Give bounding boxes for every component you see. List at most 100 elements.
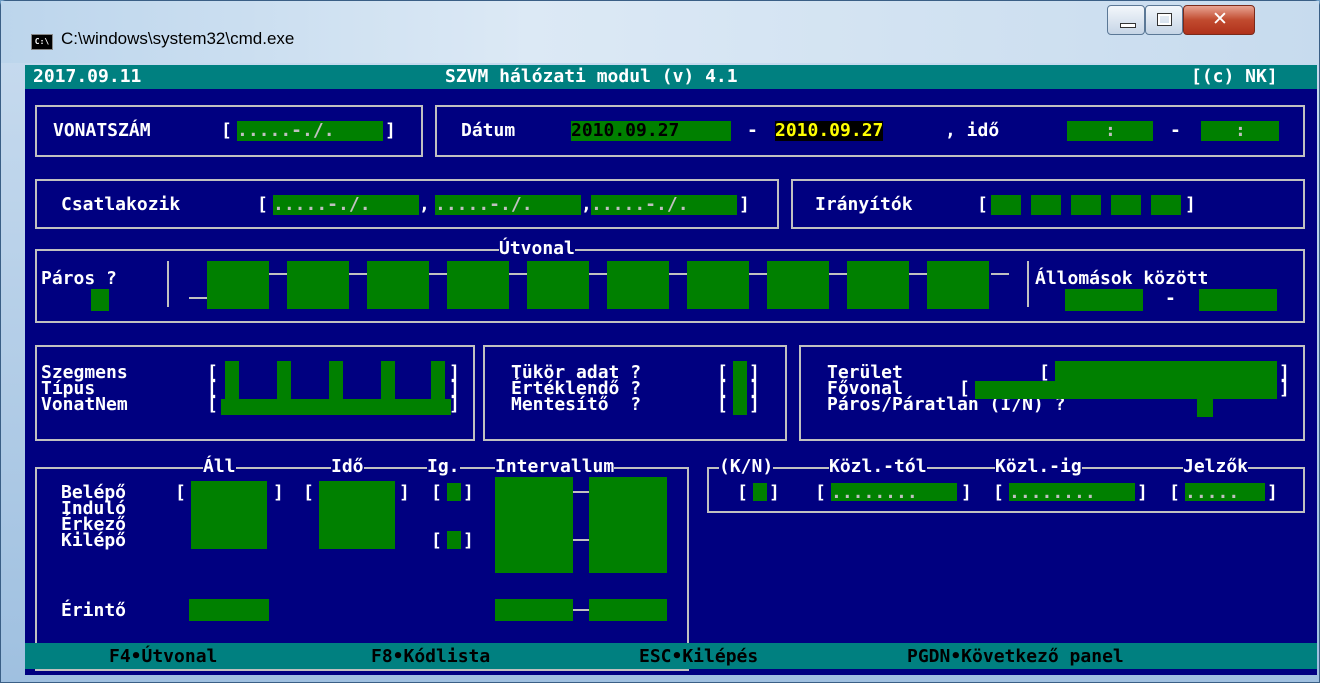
col-header-signals: Jelzők xyxy=(1183,456,1249,477)
signals-mask: ..... xyxy=(1185,482,1240,503)
announcement-from-mask: ........ xyxy=(831,482,918,503)
train-number-mask: .....-./. xyxy=(237,120,335,141)
train-kind-label: VonatNem xyxy=(41,394,128,415)
until-bracket-close: ] xyxy=(1137,482,1148,503)
train-number-bracket-close: ] xyxy=(385,120,396,141)
mirror-flags-field[interactable] xyxy=(733,361,747,415)
route-station-2[interactable] xyxy=(287,261,349,309)
connection-mask-1: .....-./. xyxy=(273,194,371,215)
route-dash-9 xyxy=(909,273,927,275)
dispatcher-field-4[interactable] xyxy=(1111,195,1141,215)
header-app-title: SZVM hálózati modul (v) 4.1 xyxy=(445,66,738,87)
route-station-4[interactable] xyxy=(447,261,509,309)
dispatcher-field-1[interactable] xyxy=(991,195,1021,215)
even-odd-field[interactable] xyxy=(1197,399,1213,417)
interval-from-field[interactable] xyxy=(495,477,573,573)
window-title: C:\windows\system32\cmd.exe xyxy=(61,29,295,48)
interval-to-field[interactable] xyxy=(589,477,667,573)
between-station-to[interactable] xyxy=(1199,289,1277,311)
area-field[interactable] xyxy=(1055,361,1277,381)
kn-bracket: [ xyxy=(737,482,748,503)
route-station-7[interactable] xyxy=(687,261,749,309)
relief-bracket: [ xyxy=(717,394,728,415)
ig-exit-field[interactable] xyxy=(447,531,461,549)
dispatchers-bracket-close: ] xyxy=(1185,194,1196,215)
station-times-field[interactable] xyxy=(191,481,267,549)
mainline-field[interactable] xyxy=(975,381,1277,399)
mainline-bracket: [ xyxy=(959,378,970,399)
route-station-8[interactable] xyxy=(767,261,829,309)
route-station-10[interactable] xyxy=(927,261,989,309)
train-kind-brackets: [ xyxy=(207,394,218,415)
interval-dash-1 xyxy=(573,491,589,493)
col-header-from: Közl.-tól xyxy=(829,456,927,477)
col-header-kn: (K/N) xyxy=(719,456,774,477)
dispatcher-field-5[interactable] xyxy=(1151,195,1181,215)
mainline-bracket-close: ] xyxy=(1279,378,1290,399)
route-station-9[interactable] xyxy=(847,261,909,309)
route-dash-0 xyxy=(189,297,207,299)
route-dash-3 xyxy=(429,273,447,275)
cmd-app-icon[interactable]: C:\ xyxy=(31,34,53,50)
pgdn-next-panel-key[interactable]: PGDN•Következő panel xyxy=(907,647,1124,667)
between-station-from[interactable] xyxy=(1065,289,1143,311)
kn-field[interactable] xyxy=(753,483,767,501)
route-dash-8 xyxy=(829,273,847,275)
dispatcher-field-2[interactable] xyxy=(1031,195,1061,215)
ig-enter-field[interactable] xyxy=(447,483,461,501)
date-to-value[interactable]: 2010.09.27 xyxy=(775,121,884,141)
all-brackets-open: [ xyxy=(175,482,186,503)
connection-mask-2: .....-./. xyxy=(435,194,533,215)
all-brackets-close: ] xyxy=(273,482,284,503)
ig-enter-bracket-close: ] xyxy=(463,482,474,503)
route-divider-left xyxy=(167,261,169,307)
route-station-6[interactable] xyxy=(607,261,669,309)
interval-dash-2 xyxy=(573,539,589,541)
time-values-field[interactable] xyxy=(319,481,395,549)
ig-enter-bracket: [ xyxy=(431,482,442,503)
maximize-button[interactable] xyxy=(1145,5,1183,35)
between-stations-label: Állomások között xyxy=(1035,268,1209,289)
announcement-until-mask: ........ xyxy=(1009,482,1096,503)
ido-brackets-open: [ xyxy=(303,482,314,503)
route-dash-4 xyxy=(509,273,527,275)
connection-mask-3: .....-./. xyxy=(591,194,689,215)
route-divider-right xyxy=(1027,261,1029,307)
route-station-1[interactable] xyxy=(207,261,269,309)
train-number-label: VONATSZÁM xyxy=(53,120,151,141)
title-bar[interactable]: C:\ C:\windows\system32\cmd.exe ✕ xyxy=(1,1,1319,63)
train-kind-field[interactable] xyxy=(221,399,451,415)
dispatchers-bracket-open: [ xyxy=(977,194,988,215)
f8-codelist-key[interactable]: F8•Kódlista xyxy=(371,647,490,667)
header-date: 2017.09.11 xyxy=(33,66,142,87)
ig-exit-bracket: [ xyxy=(431,530,442,551)
route-even-field[interactable] xyxy=(91,289,109,311)
close-button[interactable]: ✕ xyxy=(1183,5,1255,35)
minimize-button[interactable] xyxy=(1107,5,1145,35)
col-header-ig: Ig. xyxy=(427,456,460,477)
route-station-3[interactable] xyxy=(367,261,429,309)
segment-box xyxy=(35,345,475,441)
col-header-until: Közl.-ig xyxy=(995,456,1082,477)
touch-interval-to[interactable] xyxy=(589,599,667,621)
esc-exit-key[interactable]: ESC•Kilépés xyxy=(639,647,758,667)
area-bracket: [ xyxy=(1039,362,1050,383)
train-kind-bracket-close: ] xyxy=(449,394,460,415)
console-area[interactable]: 2017.09.11 SZVM hálózati modul (v) 4.1 [… xyxy=(25,65,1317,675)
ido-brackets-close: ] xyxy=(399,482,410,503)
f4-route-key[interactable]: F4•Útvonal xyxy=(109,647,217,667)
route-dash-2 xyxy=(349,273,367,275)
touch-field[interactable] xyxy=(189,599,269,621)
dispatcher-field-3[interactable] xyxy=(1071,195,1101,215)
route-dash-5 xyxy=(589,273,607,275)
relief-label: Mentesítő ? xyxy=(511,394,642,415)
minimize-icon xyxy=(1120,23,1136,28)
relief-bracket-close: ] xyxy=(749,394,760,415)
time-to-colon: : xyxy=(1235,120,1246,141)
touch-interval-from[interactable] xyxy=(495,599,573,621)
route-dash-6 xyxy=(669,273,687,275)
ig-exit-bracket-close: ] xyxy=(463,530,474,551)
col-header-time: Idő xyxy=(331,456,364,477)
route-station-5[interactable] xyxy=(527,261,589,309)
route-dash-1 xyxy=(269,273,287,275)
